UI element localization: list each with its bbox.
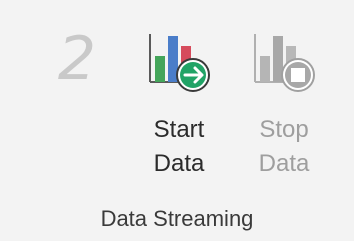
step-number: 2 (57, 24, 97, 94)
stop-data-label-line2: Data (258, 150, 310, 177)
start-data-icon (141, 26, 217, 98)
start-data-button[interactable]: Start Data (135, 22, 223, 182)
stop-data-icon (246, 26, 322, 98)
start-data-label-line1: Start (153, 116, 205, 143)
data-streaming-group: 2 Start Data Stop Data Data Streaming (0, 0, 354, 241)
start-data-label-line2: Data (153, 150, 205, 177)
group-label: Data Streaming (100, 206, 254, 231)
stop-data-button[interactable]: Stop Data (240, 22, 328, 182)
stop-data-label-line1: Stop (259, 116, 309, 143)
